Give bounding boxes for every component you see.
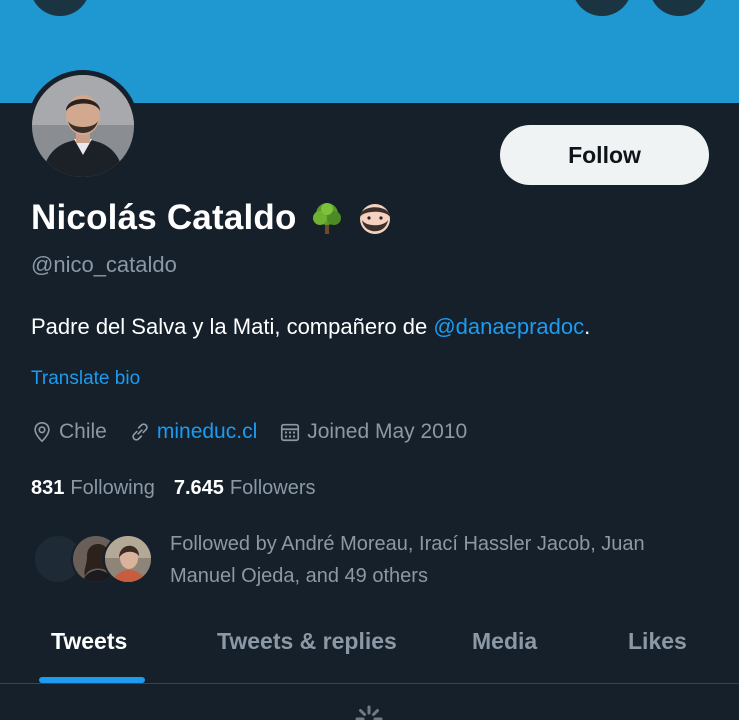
bio-mention-link[interactable]: @danaepradoc bbox=[433, 314, 584, 339]
website-link[interactable]: mineduc.cl bbox=[157, 420, 257, 444]
profile-meta: Chile mineduc.cl Joined May 2010 bbox=[31, 419, 489, 445]
tab-media[interactable]: Media bbox=[472, 628, 537, 655]
active-tab-indicator bbox=[39, 677, 145, 683]
website-item[interactable]: mineduc.cl bbox=[129, 420, 257, 444]
followers-count: 7.645 bbox=[173, 476, 224, 499]
translate-bio-link[interactable]: Translate bio bbox=[31, 368, 140, 390]
joined-item: Joined May 2010 bbox=[279, 420, 467, 444]
bearded-man-emoji-icon bbox=[357, 200, 393, 236]
follow-button[interactable]: Follow bbox=[500, 125, 709, 185]
profile-stats: 831 Following 7.645 Followers bbox=[31, 475, 335, 501]
bio-end: . bbox=[584, 314, 591, 339]
joined-text: Joined May 2010 bbox=[307, 420, 468, 443]
loading-spinner-icon bbox=[354, 704, 384, 720]
profile-avatar[interactable] bbox=[27, 70, 139, 182]
location-item: Chile bbox=[31, 420, 107, 444]
calendar-icon bbox=[281, 423, 300, 442]
avatar-photo bbox=[32, 75, 134, 177]
followers-stat[interactable]: 7.645 Followers bbox=[174, 477, 316, 500]
tab-tweets[interactable]: Tweets bbox=[51, 628, 127, 655]
following-label: Following bbox=[70, 476, 155, 499]
tab-likes[interactable]: Likes bbox=[628, 628, 687, 655]
bio-text: Padre del Salva y la Mati, compañero de bbox=[31, 314, 434, 339]
tab-tweets-replies[interactable]: Tweets & replies bbox=[217, 628, 397, 655]
profile-name-row: Nicolás Cataldo bbox=[31, 196, 393, 240]
profile-name: Nicolás Cataldo bbox=[31, 198, 297, 237]
location-pin-icon bbox=[34, 422, 50, 443]
profile-bio: Padre del Salva y la Mati, compañero de … bbox=[31, 314, 590, 340]
followers-label: Followers bbox=[229, 476, 316, 499]
following-stat[interactable]: 831 Following bbox=[31, 477, 155, 500]
followed-by-text[interactable]: Followed by André Moreau, Irací Hassler … bbox=[170, 528, 690, 592]
mutual-followers-avatars[interactable] bbox=[33, 534, 153, 586]
location-text: Chile bbox=[59, 420, 107, 443]
tree-emoji-icon bbox=[309, 200, 345, 236]
mutual-avatar bbox=[103, 534, 153, 584]
link-icon bbox=[132, 423, 148, 441]
profile-tabs: Tweets Tweets & replies Media Likes bbox=[0, 612, 739, 684]
following-count: 831 bbox=[31, 476, 65, 499]
profile-handle: @nico_cataldo bbox=[31, 252, 177, 277]
